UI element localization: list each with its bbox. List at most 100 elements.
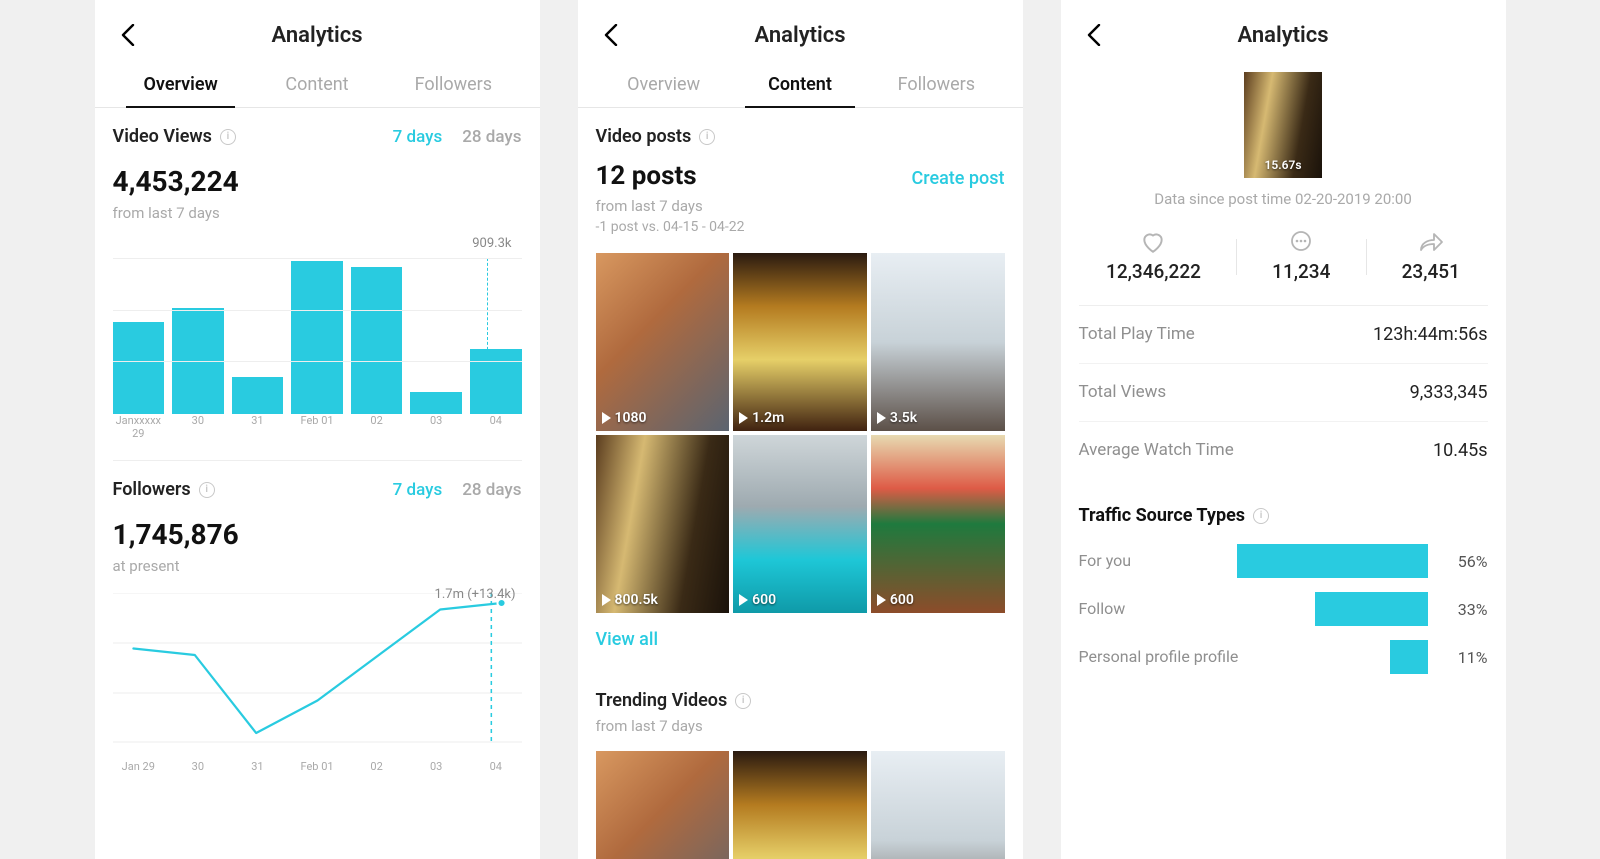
row-label: Total Play Time — [1079, 324, 1195, 345]
traffic-percent: 33% — [1438, 600, 1488, 619]
traffic-bar — [1315, 592, 1427, 626]
chart-bar — [291, 261, 343, 414]
posts-count: 12 posts — [596, 161, 697, 191]
section-title-text: Video Views — [113, 126, 212, 147]
traffic-title-text: Traffic Source Types — [1079, 505, 1246, 526]
video-thumbnail[interactable]: 600 — [733, 435, 867, 613]
tab-content[interactable]: Content — [249, 64, 385, 107]
chart-bar — [172, 308, 224, 414]
trending-thumbnail-grid — [596, 751, 1005, 859]
chart-x-label: Feb 01 — [291, 760, 343, 773]
period-7days[interactable]: 7 days — [393, 480, 443, 500]
thumbnail-views-overlay: 600 — [877, 592, 914, 608]
video-duration-overlay: 15.67s — [1244, 158, 1322, 172]
info-icon[interactable]: i — [735, 693, 751, 709]
period-28days[interactable]: 28 days — [462, 480, 521, 500]
create-post-link[interactable]: Create post — [912, 168, 1005, 189]
engagement-stats: 12,346,222 11,234 23,451 — [1079, 230, 1488, 283]
posts-subtitle: from last 7 days — [596, 197, 1005, 215]
thumbnail-views-text: 3.5k — [890, 410, 917, 426]
video-hero-thumbnail[interactable]: 15.67s — [1244, 72, 1322, 178]
section-title-text: Followers — [113, 479, 191, 500]
info-icon[interactable]: i — [699, 129, 715, 145]
tab-followers[interactable]: Followers — [868, 64, 1004, 107]
traffic-bar-track — [1237, 544, 1427, 578]
traffic-row: For you56% — [1079, 544, 1488, 578]
page-title: Analytics — [113, 23, 522, 48]
posts-thumbnail-grid: 1080 1.2m 3.5k 800.5k 600 600 — [596, 253, 1005, 613]
chart-x-label: 31 — [232, 760, 284, 773]
traffic-percent: 11% — [1438, 648, 1488, 667]
traffic-row: Personal profile profile11% — [1079, 640, 1488, 674]
chart-x-label: Jan 29 — [113, 760, 165, 773]
comment-icon — [1288, 230, 1314, 254]
page-title: Analytics — [596, 23, 1005, 48]
stat-likes: 12,346,222 — [1106, 230, 1201, 283]
tab-overview[interactable]: Overview — [113, 64, 249, 107]
followers-subtitle: at present — [113, 557, 522, 575]
stat-comments-value: 11,234 — [1272, 260, 1330, 283]
view-all-link[interactable]: View all — [596, 629, 659, 650]
tab-overview[interactable]: Overview — [596, 64, 732, 107]
video-thumbnail[interactable]: 1080 — [596, 253, 730, 431]
period-7days[interactable]: 7 days — [393, 127, 443, 147]
tab-followers[interactable]: Followers — [385, 64, 521, 107]
info-icon[interactable]: i — [220, 129, 236, 145]
section-header: Video Views i 7 days 28 days — [113, 126, 522, 147]
chart-x-label: 03 — [410, 760, 462, 773]
line-chart-svg — [113, 593, 522, 743]
video-thumbnail[interactable]: 600 — [871, 435, 1005, 613]
video-thumbnail[interactable]: 1.2m — [733, 253, 867, 431]
stat-shares: 23,451 — [1402, 230, 1460, 283]
video-thumbnail[interactable] — [596, 751, 730, 859]
share-icon — [1417, 230, 1445, 254]
video-thumbnail[interactable] — [733, 751, 867, 859]
chart-x-label: Feb 01 — [291, 414, 343, 440]
chart-bar — [113, 322, 165, 414]
chart-x-labels: Janxxxxx 293031Feb 01020304 — [113, 414, 522, 440]
section-title: Video posts i — [596, 126, 1005, 147]
row-avg-watch-time: Average Watch Time 10.45s — [1079, 422, 1488, 479]
chart-x-label: 31 — [232, 414, 284, 440]
chart-bar — [470, 349, 522, 414]
row-value: 10.45s — [1433, 440, 1488, 461]
video-views-subtitle: from last 7 days — [113, 204, 522, 222]
chart-annotation: 1.7m (+13.4k) — [435, 587, 516, 602]
chart-bar — [351, 267, 403, 414]
video-thumbnail[interactable]: 3.5k — [871, 253, 1005, 431]
video-thumbnail[interactable]: 800.5k — [596, 435, 730, 613]
traffic-source-title: Traffic Source Types i — [1079, 505, 1488, 526]
chart-x-label: 30 — [172, 760, 224, 773]
posts-delta: -1 post vs. 04-15 - 04-22 — [596, 219, 1005, 235]
traffic-bar — [1390, 640, 1427, 674]
analytics-overview-screen: Analytics Overview Content Followers Vid… — [95, 0, 540, 859]
info-icon[interactable]: i — [1253, 508, 1269, 524]
analytics-video-detail-screen: Analytics 15.67s Data since post time 02… — [1061, 0, 1506, 859]
chart-x-label: Janxxxxx 29 — [113, 414, 165, 440]
info-icon[interactable]: i — [199, 482, 215, 498]
traffic-percent: 56% — [1438, 552, 1488, 571]
video-thumbnail[interactable] — [871, 751, 1005, 859]
video-views-section: Video Views i 7 days 28 days 4,453,224 f… — [95, 108, 540, 440]
top-bar: Analytics — [578, 0, 1023, 64]
play-icon — [602, 412, 611, 424]
tab-content[interactable]: Content — [732, 64, 868, 107]
trending-subtitle: from last 7 days — [596, 717, 1005, 735]
thumbnail-views-text: 600 — [890, 592, 914, 608]
period-toggle: 7 days 28 days — [393, 480, 522, 500]
chart-bar — [232, 377, 284, 415]
period-toggle: 7 days 28 days — [393, 127, 522, 147]
data-since-text: Data since post time 02-20-2019 20:00 — [1079, 190, 1488, 208]
chart-x-label: 30 — [172, 414, 224, 440]
stat-shares-value: 23,451 — [1402, 260, 1460, 283]
trending-videos-section: Trending Videos i from last 7 days — [578, 672, 1023, 859]
row-total-views: Total Views 9,333,345 — [1079, 364, 1488, 422]
chart-x-label: 04 — [470, 414, 522, 440]
thumbnail-views-overlay: 1080 — [602, 410, 647, 426]
tabs: Overview Content Followers — [95, 64, 540, 108]
period-28days[interactable]: 28 days — [462, 127, 521, 147]
thumbnail-views-text: 600 — [752, 592, 776, 608]
row-label: Total Views — [1079, 382, 1167, 403]
followers-section: Followers i 7 days 28 days 1,745,876 at … — [95, 461, 540, 773]
video-posts-section: Video posts i 12 posts Create post from … — [578, 108, 1023, 650]
